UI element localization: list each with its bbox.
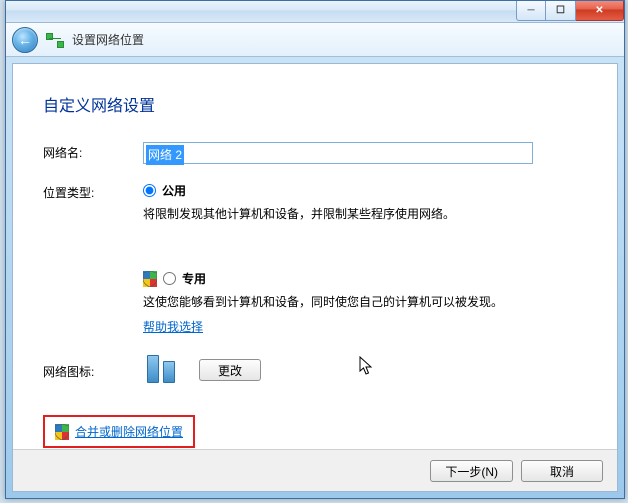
content-shell: 自定义网络设置 网络名: 网络 2 位置类型: 公用 [6,57,624,498]
private-option: 专用 这使您能够看到计算机和设备，同时使您自己的计算机可以被发现。 帮助我选择 [143,270,587,335]
cancel-button[interactable]: 取消 [521,460,603,482]
private-desc: 这使您能够看到计算机和设备，同时使您自己的计算机可以被发现。 [143,293,523,312]
window-controls: ─ ☐ ✕ [516,1,624,21]
dialog-footer: 下一步(N) 取消 [13,449,617,491]
shield-icon [55,424,69,440]
public-label: 公用 [162,182,186,199]
minimize-button[interactable]: ─ [516,1,546,21]
arrow-left-icon: ← [18,32,32,48]
page-title: 自定义网络设置 [43,92,587,116]
network-thumbnail-icon [143,353,181,387]
private-label: 专用 [182,270,206,287]
location-type-label: 位置类型: [43,182,143,201]
next-button[interactable]: 下一步(N) [430,460,513,482]
nav-title: 设置网络位置 [72,31,144,48]
network-name-label: 网络名: [43,142,143,161]
network-icon-label: 网络图标: [43,361,143,380]
network-name-value: 网络 2 [146,145,184,165]
titlebar: ─ ☐ ✕ [6,1,624,23]
close-button[interactable]: ✕ [576,1,624,21]
maximize-button[interactable]: ☐ [546,1,576,21]
network-name-input[interactable]: 网络 2 [143,142,533,164]
network-icon [46,33,64,47]
public-radio[interactable] [143,184,156,197]
back-button[interactable]: ← [12,27,38,53]
public-desc: 将限制发现其他计算机和设备，并限制某些程序使用网络。 [143,205,523,224]
merge-delete-link[interactable]: 合并或删除网络位置 [75,423,183,440]
public-option: 公用 将限制发现其他计算机和设备，并限制某些程序使用网络。 [143,182,587,224]
dialog-window: ─ ☐ ✕ ← 设置网络位置 自定义网络设置 网络名: 网络 2 [5,0,625,499]
location-type-row: 位置类型: 公用 将限制发现其他计算机和设备，并限制某些程序使用网络。 [43,182,587,335]
help-link[interactable]: 帮助我选择 [143,318,203,335]
private-radio[interactable] [163,272,176,285]
change-button[interactable]: 更改 [199,359,261,381]
network-name-row: 网络名: 网络 2 [43,142,587,164]
navbar: ← 设置网络位置 [6,23,624,57]
content-panel: 自定义网络设置 网络名: 网络 2 位置类型: 公用 [12,63,618,492]
network-icon-row: 网络图标: 更改 [43,353,587,387]
shield-icon [143,271,157,287]
merge-delete-highlight: 合并或删除网络位置 [43,415,195,448]
